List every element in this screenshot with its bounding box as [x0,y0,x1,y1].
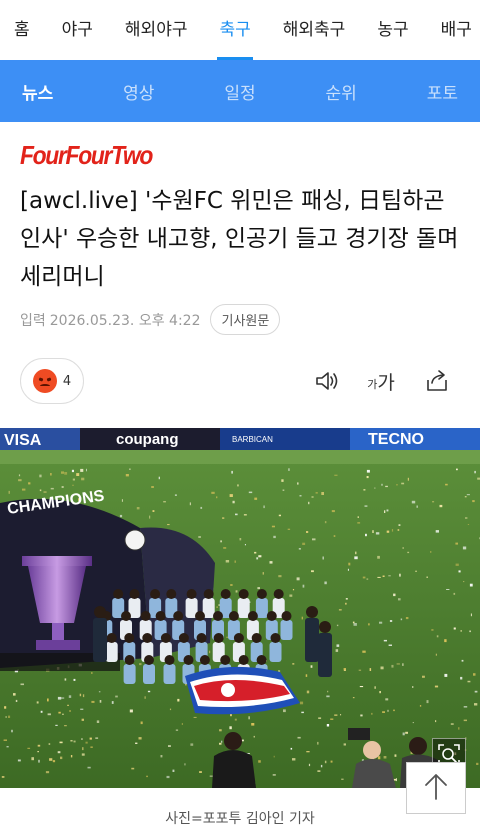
scroll-to-top-button[interactable] [406,762,466,814]
tab-news[interactable]: 뉴스 [22,79,53,104]
reaction-button[interactable]: 4 [20,358,84,404]
tab-photo[interactable]: 포토 [427,79,458,104]
tab-video[interactable]: 영상 [123,79,154,104]
angry-face-icon [32,369,57,393]
ad-board-visa: VISA [4,432,42,449]
nav-item-baseball[interactable]: 야구 [46,0,109,60]
tab-standings[interactable]: 순위 [326,79,357,104]
sport-category-nav: 홈 야구 해외야구 축구 해외축구 농구 배구 [0,0,480,60]
nav-item-volleyball[interactable]: 배구 [425,0,480,60]
nav-item-football[interactable]: 축구 [203,0,266,60]
original-article-button[interactable]: 기사원문 [210,304,281,335]
ad-board-tecno: TECNO [368,431,424,448]
stadium-celebration-image: VISA coupang BARBICAN TECNO CHAMPIONS [0,428,480,788]
article-meta: 입력 2026.05.23. 오후 4:22 기사원문 [20,304,281,335]
font-size-small-label: 가 [367,378,378,391]
font-size-button[interactable]: 가 가 [364,366,398,396]
publisher-logo[interactable]: FourFourTwo [20,140,153,171]
article-title: [awcl.live] '수원FC 위민은 패싱, 日팀하곤 인사' 우승한 내… [20,188,459,290]
font-size-large-label: 가 [377,371,395,394]
share-icon[interactable] [422,366,452,396]
nav-item-basketball[interactable]: 농구 [361,0,424,60]
nav-item-overseas-baseball[interactable]: 해외야구 [109,0,204,60]
article-photo[interactable]: VISA coupang BARBICAN TECNO CHAMPIONS [0,428,480,788]
nav-item-overseas-football[interactable]: 해외축구 [267,0,362,60]
section-sub-nav: 뉴스 영상 일정 순위 포토 [0,60,480,122]
ad-board-barbican: BARBICAN [232,435,273,444]
arrow-up-icon [422,771,450,805]
date-label: 입력 [20,312,46,329]
tab-schedule[interactable]: 일정 [224,79,255,104]
nav-item-home[interactable]: 홈 [0,0,46,60]
published-date: 2026.05.23. 오후 4:22 [49,312,201,329]
ad-board-coupang: coupang [116,431,179,448]
reaction-count: 4 [62,373,72,389]
speaker-icon[interactable] [312,366,342,396]
